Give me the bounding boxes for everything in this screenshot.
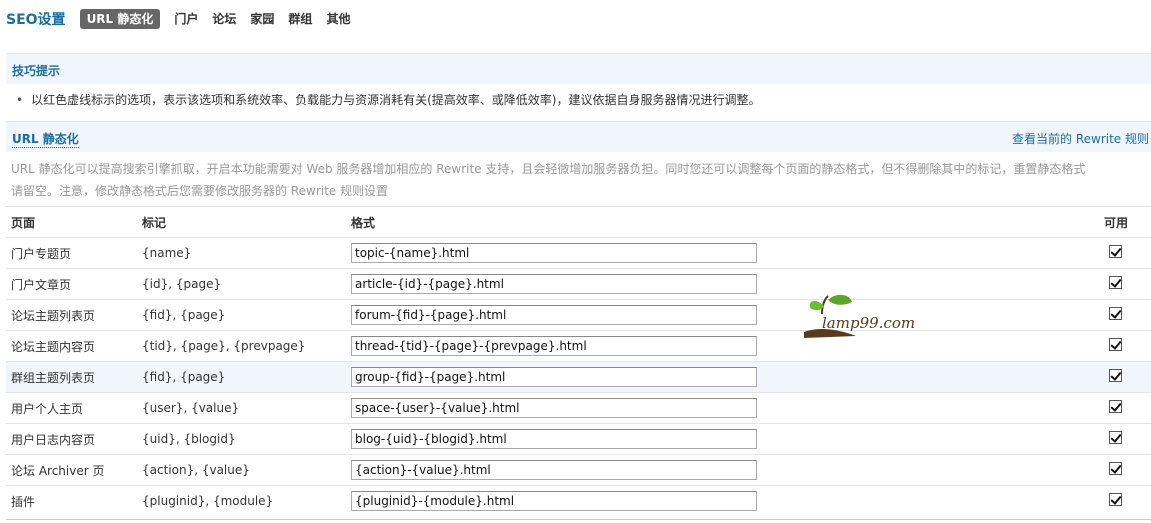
- row-page: 门户专题页: [6, 237, 137, 269]
- bottom-divider: [6, 519, 1151, 520]
- format-input[interactable]: {pluginid}-{module}.html: [351, 491, 757, 512]
- format-input[interactable]: article-{id}-{page}.html: [351, 274, 757, 294]
- table-row: 门户文章页 {id}, {page} article-{id}-{page}.h…: [6, 268, 1151, 300]
- table-row: 论坛主题列表页 {fid}, {page} forum-{fid}-{page}…: [6, 299, 1151, 331]
- row-marks: {fid}, {page}: [137, 299, 346, 331]
- tip-item: 以红色虚线标示的选项，表示该选项和系统效率、负载能力与资源消耗有关(提高效率、或…: [16, 91, 760, 108]
- row-marks: {fid}, {page}: [137, 361, 346, 393]
- format-input[interactable]: blog-{uid}-{blogid}.html: [351, 429, 757, 449]
- row-page: 群组主题列表页: [6, 361, 137, 393]
- row-marks: {tid}, {page}, {prevpage}: [137, 330, 346, 362]
- table-header-row: 页面 标记 格式 可用: [6, 206, 1151, 238]
- header-marks: 标记: [137, 206, 346, 238]
- format-input[interactable]: space-{user}-{value}.html: [351, 398, 757, 418]
- row-page: 论坛 Archiver 页: [6, 454, 137, 486]
- table-row: 用户个人主页 {user}, {value} space-{user}-{val…: [6, 392, 1151, 424]
- table-row: 论坛主题内容页 {tid}, {page}, {prevpage} thread…: [6, 330, 1151, 362]
- row-marks: {id}, {page}: [137, 268, 346, 300]
- row-page: 用户个人主页: [6, 392, 137, 424]
- url-section-description: URL 静态化可以提高搜索引擎抓取，开启本功能需要对 Web 服务器增加相应的 …: [11, 162, 1086, 198]
- enabled-checkbox[interactable]: [1109, 369, 1122, 382]
- tab-other[interactable]: 其他: [326, 9, 350, 29]
- format-input[interactable]: thread-{tid}-{page}-{prevpage}.html: [351, 336, 757, 356]
- table-row: 门户专题页 {name} topic-{name}.html: [6, 237, 1151, 269]
- url-section-header: URL 静态化 查看当前的 Rewrite 规则: [6, 121, 1151, 152]
- row-page: 门户文章页: [6, 268, 137, 300]
- enabled-checkbox[interactable]: [1109, 338, 1122, 351]
- table-row: 论坛 Archiver 页 {action}, {value} {action}…: [6, 454, 1151, 486]
- view-rewrite-rules-link[interactable]: 查看当前的 Rewrite 规则: [1012, 130, 1149, 147]
- page-title: SEO设置: [6, 12, 66, 28]
- row-marks: {user}, {value}: [137, 392, 346, 424]
- table-row: 插件 {pluginid}, {module} {pluginid}-{modu…: [6, 485, 1151, 517]
- enabled-checkbox[interactable]: [1109, 462, 1122, 475]
- format-input[interactable]: topic-{name}.html: [351, 243, 757, 263]
- tab-url-static[interactable]: URL 静态化: [79, 9, 161, 29]
- format-input[interactable]: {action}-{value}.html: [351, 460, 757, 480]
- row-marks: {name}: [137, 237, 346, 269]
- tab-forum[interactable]: 论坛: [212, 9, 236, 29]
- row-page: 插件: [6, 485, 137, 517]
- tab-portal[interactable]: 门户: [174, 9, 198, 29]
- header-format: 格式: [346, 206, 1099, 238]
- row-page: 论坛主题列表页: [6, 299, 137, 331]
- row-page: 论坛主题内容页: [6, 330, 137, 362]
- row-marks: {uid}, {blogid}: [137, 423, 346, 455]
- tab-group[interactable]: 群组: [288, 9, 312, 29]
- format-input[interactable]: group-{fid}-{page}.html: [351, 367, 757, 387]
- watermark-text: lamp99.com: [822, 314, 915, 332]
- format-input[interactable]: forum-{fid}-{page}.html: [351, 305, 757, 325]
- url-section-heading: URL 静态化: [12, 132, 79, 148]
- header-enabled: 可用: [1099, 206, 1151, 238]
- watermark-logo: lamp99.com: [804, 294, 915, 338]
- top-nav: SEO设置 URL 静态化 门户 论坛 家园 群组 其他: [6, 8, 364, 30]
- header-page: 页面: [6, 206, 137, 238]
- enabled-checkbox[interactable]: [1109, 276, 1122, 289]
- tips-header: 技巧提示: [6, 53, 1151, 84]
- enabled-checkbox[interactable]: [1109, 493, 1122, 507]
- enabled-checkbox[interactable]: [1109, 307, 1122, 320]
- enabled-checkbox[interactable]: [1109, 400, 1122, 413]
- table-row: 用户日志内容页 {uid}, {blogid} blog-{uid}-{blog…: [6, 423, 1151, 455]
- enabled-checkbox[interactable]: [1109, 245, 1122, 258]
- row-marks: {pluginid}, {module}: [137, 485, 346, 517]
- row-marks: {action}, {value}: [137, 454, 346, 486]
- table-row: 群组主题列表页 {fid}, {page} group-{fid}-{page}…: [6, 361, 1151, 393]
- enabled-checkbox[interactable]: [1109, 431, 1122, 444]
- tips-heading: 技巧提示: [12, 64, 61, 78]
- url-rules-table: 页面 标记 格式 可用 门户专题页 {name} topic-{name}.ht…: [6, 206, 1151, 517]
- row-page: 用户日志内容页: [6, 423, 137, 455]
- tab-home[interactable]: 家园: [250, 9, 274, 29]
